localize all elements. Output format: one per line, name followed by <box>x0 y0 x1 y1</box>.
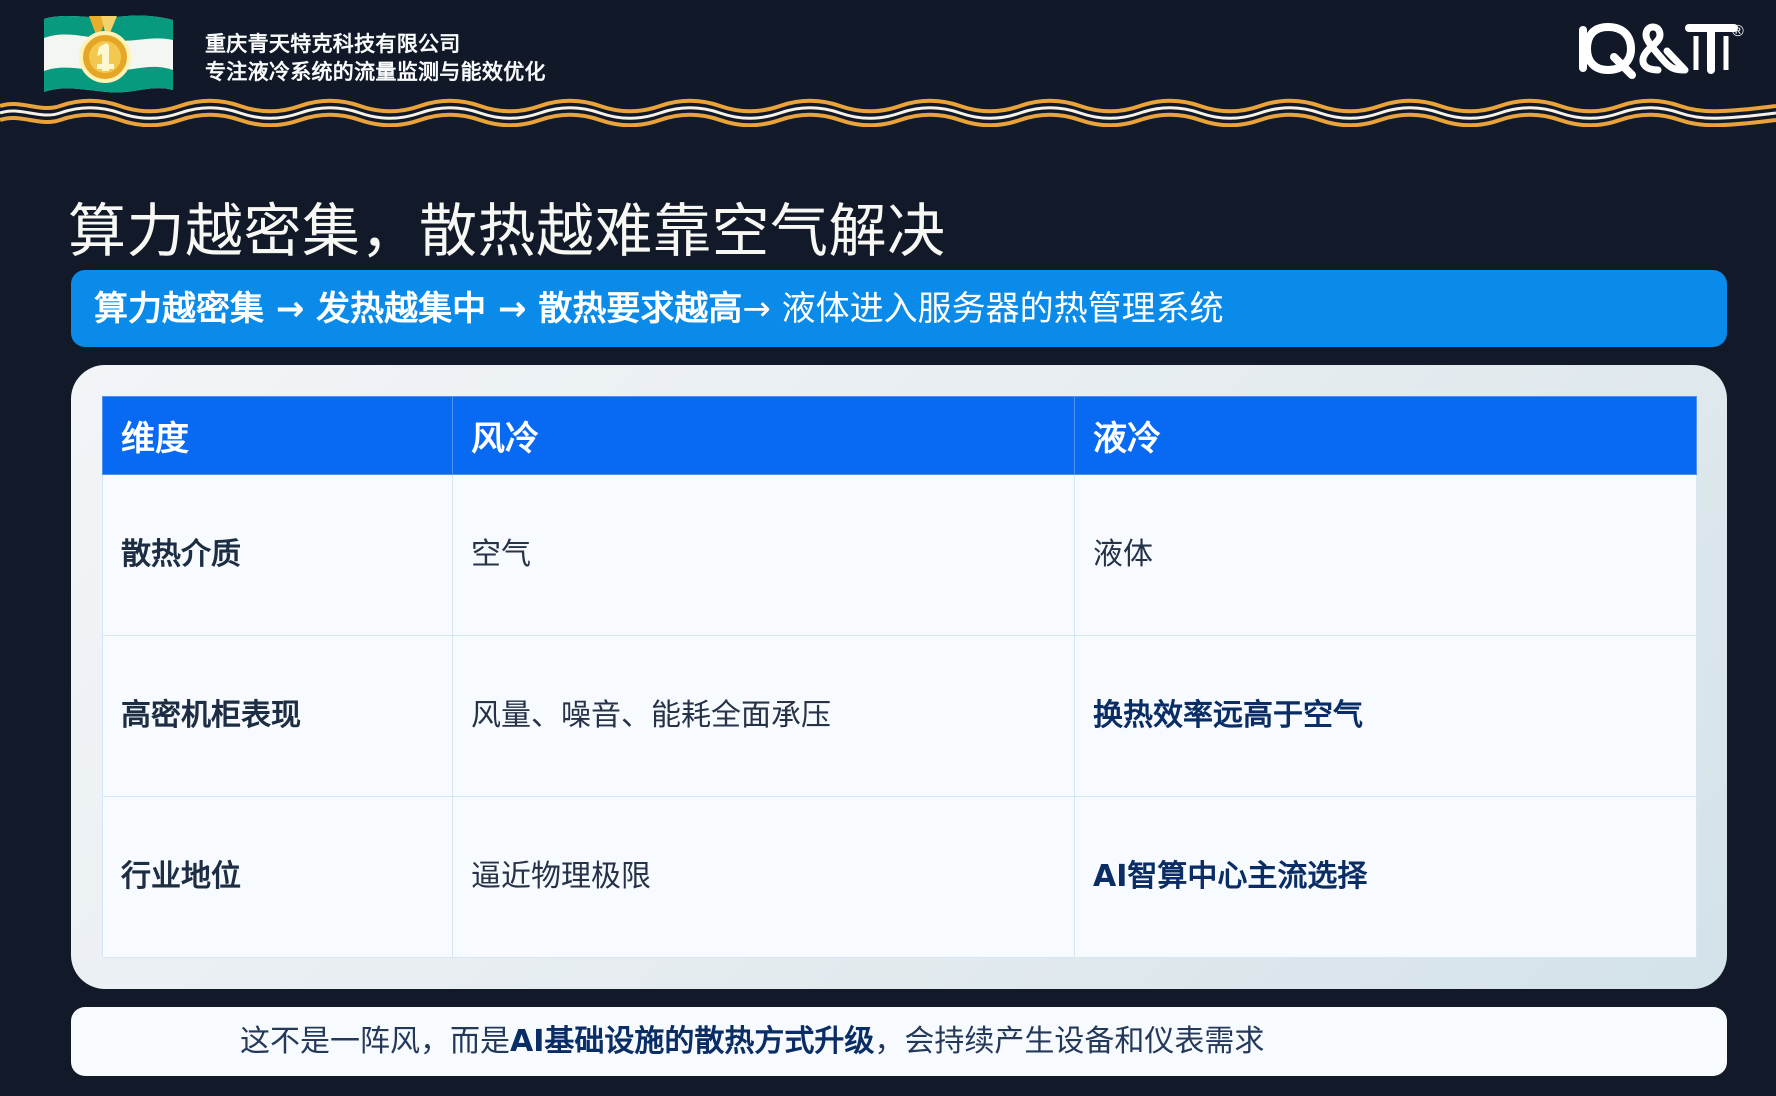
table-cell-air-cooling: 空气 <box>452 474 1075 636</box>
table-header-liquid-cooling: 液冷 <box>1074 396 1697 475</box>
table-cell-dimension: 行业地位 <box>102 796 453 958</box>
company-name: 重庆青天特克科技有限公司 <box>205 32 461 56</box>
table-header-air-cooling: 风冷 <box>452 396 1075 475</box>
page-title: 算力越密集，散热越难靠空气解决 <box>68 196 946 265</box>
bottom-note-prefix: 这不是一阵风，而是 <box>240 1023 510 1059</box>
company-info: 重庆青天特克科技有限公司 专注液冷系统的流量监测与能效优化 <box>205 30 546 86</box>
table-row: 高密机柜表现 风量、噪音、能耗全面承压 换热效率远高于空气 <box>102 635 1697 797</box>
table-cell-air-cooling: 风量、噪音、能耗全面承压 <box>452 635 1075 797</box>
table-row: 散热介质 空气 液体 <box>102 474 1697 636</box>
comparison-table-card: 维度 风冷 液冷 散热介质 空气 液体 高密机柜表现 风量、噪音、能耗全面承压 … <box>71 365 1727 989</box>
bottom-note: 这不是一阵风，而是 AI基础设施的散热方式升级 ，会持续产生设备和仪表需求 <box>71 1007 1727 1076</box>
table-cell-dimension: 高密机柜表现 <box>102 635 453 797</box>
table-cell-liquid-cooling: 换热效率远高于空气 <box>1074 635 1697 797</box>
bottom-note-emphasis: AI基础设施的散热方式升级 <box>510 1023 875 1059</box>
table-header-row: 维度 风冷 液冷 <box>102 396 1697 475</box>
cooling-trend-banner: 算力越密集 → 发热越集中 → 散热要求越高 → 液体进入服务器的热管理系统 <box>71 270 1727 347</box>
table-cell-air-cooling: 逼近物理极限 <box>452 796 1075 958</box>
banner-strong-prefix: 算力越密集 → 发热越集中 → 散热要求越高 <box>94 288 743 329</box>
bottom-note-suffix: ，会持续产生设备和仪表需求 <box>874 1023 1265 1059</box>
page-header: 重庆青天特克科技有限公司 专注液冷系统的流量监测与能效优化 ® <box>0 0 1776 127</box>
cooling-comparison-table: 维度 风冷 液冷 散热介质 空气 液体 高密机柜表现 风量、噪音、能耗全面承压 … <box>102 396 1697 958</box>
medal-flag-logo-icon <box>44 15 173 93</box>
table-header-dimension: 维度 <box>102 396 453 475</box>
table-cell-dimension: 散热介质 <box>102 474 453 636</box>
table-row: 行业地位 逼近物理极限 AI智算中心主流选择 <box>102 796 1697 958</box>
table-cell-liquid-cooling: 液体 <box>1074 474 1697 636</box>
banner-regular-suffix: → 液体进入服务器的热管理系统 <box>742 288 1224 329</box>
registered-mark: ® <box>1732 23 1744 40</box>
table-cell-liquid-cooling: AI智算中心主流选择 <box>1074 796 1697 958</box>
brand-logo: ® <box>1579 22 1744 79</box>
company-tagline: 专注液冷系统的流量监测与能效优化 <box>205 60 546 84</box>
decorative-wave-divider <box>0 98 1776 127</box>
